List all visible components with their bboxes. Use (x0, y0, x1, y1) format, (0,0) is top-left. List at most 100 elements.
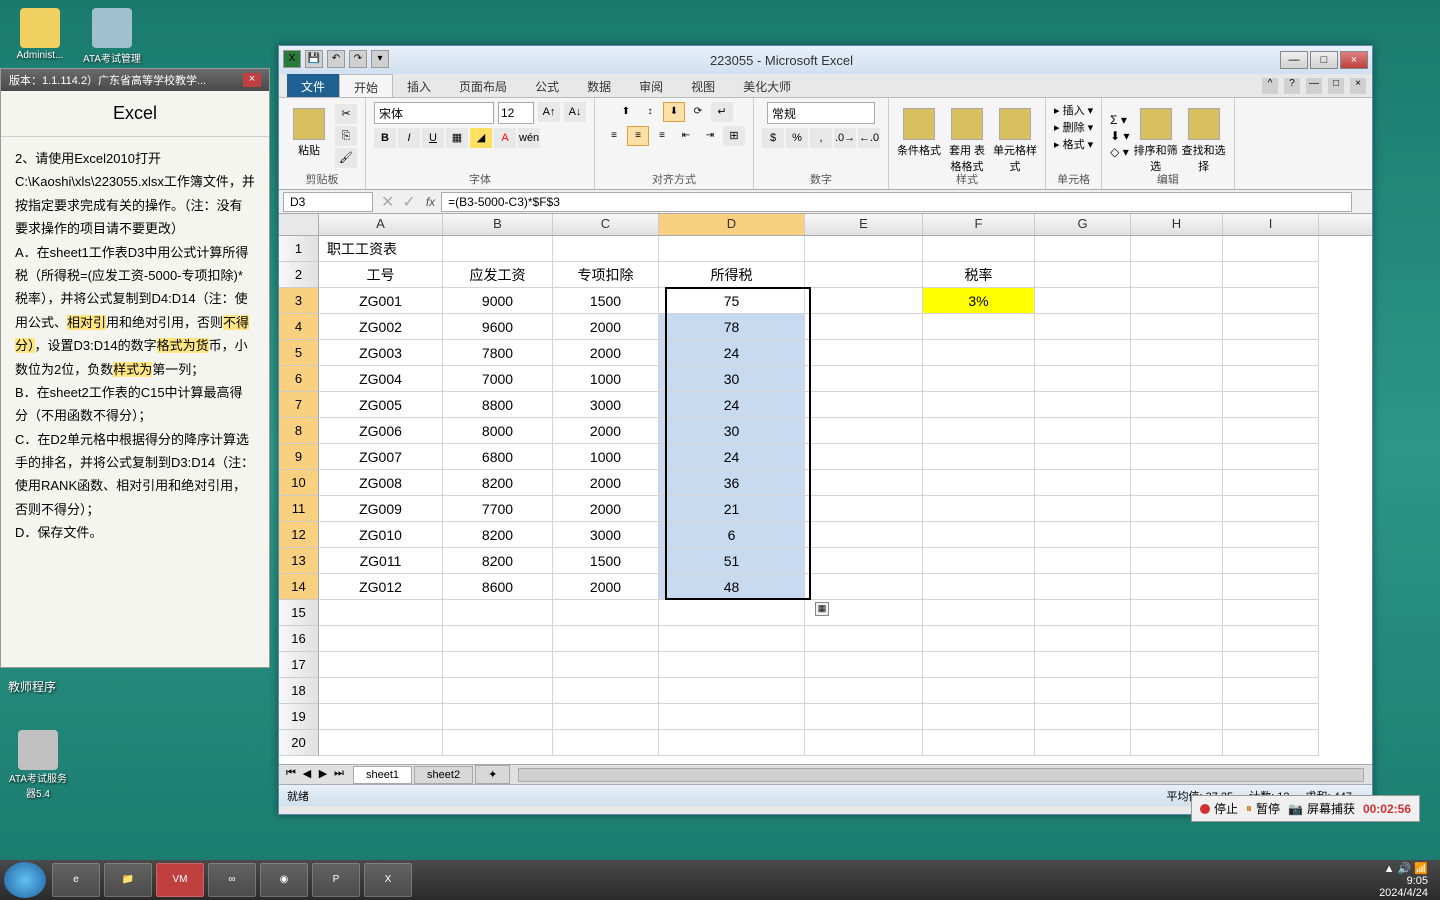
cell[interactable] (923, 236, 1035, 262)
row-header[interactable]: 19 (279, 704, 319, 730)
cell-A14[interactable]: ZG012 (319, 574, 443, 600)
copy-button[interactable]: ⎘ (335, 126, 357, 146)
cell-B9[interactable]: 6800 (443, 444, 553, 470)
cell[interactable] (923, 600, 1035, 626)
row-header[interactable]: 18 (279, 678, 319, 704)
cell[interactable] (319, 600, 443, 626)
cell[interactable] (1035, 652, 1131, 678)
cell[interactable] (553, 704, 659, 730)
col-header-B[interactable]: B (443, 214, 553, 235)
cell[interactable] (659, 600, 805, 626)
cell-A11[interactable]: ZG009 (319, 496, 443, 522)
sort-filter-button[interactable]: 排序和筛选 (1134, 104, 1178, 168)
cell-B8[interactable]: 8000 (443, 418, 553, 444)
cell[interactable] (923, 574, 1035, 600)
font-size-select[interactable] (498, 102, 534, 124)
cell[interactable] (553, 652, 659, 678)
taskbar-powerpoint[interactable]: P (312, 863, 360, 897)
tab-layout[interactable]: 页面布局 (445, 74, 521, 97)
cell[interactable] (1035, 288, 1131, 314)
align-bottom-button[interactable]: ⬇ (663, 102, 685, 122)
cell[interactable] (1223, 262, 1319, 288)
cell[interactable] (923, 366, 1035, 392)
sheet-nav-prev[interactable]: ◀ (299, 767, 315, 783)
cell-B3[interactable]: 9000 (443, 288, 553, 314)
cell[interactable] (805, 678, 923, 704)
number-format-select[interactable] (767, 102, 875, 124)
cell[interactable] (1131, 340, 1223, 366)
cell-D3[interactable]: 75 (659, 288, 805, 314)
cell[interactable] (1035, 496, 1131, 522)
cell[interactable] (1223, 548, 1319, 574)
cell[interactable] (553, 236, 659, 262)
cell[interactable] (805, 496, 923, 522)
cell[interactable] (1035, 522, 1131, 548)
workbook-restore[interactable]: □ (1328, 78, 1344, 94)
row-header[interactable]: 6 (279, 366, 319, 392)
increase-indent-button[interactable]: ⇥ (699, 126, 721, 146)
cell[interactable] (1131, 678, 1223, 704)
cell[interactable] (1131, 288, 1223, 314)
close-button[interactable]: × (1340, 51, 1368, 69)
cell[interactable] (1035, 340, 1131, 366)
row-header[interactable]: 1 (279, 236, 319, 262)
taskbar-voicemeeter[interactable]: VM (156, 863, 204, 897)
cell[interactable] (1131, 496, 1223, 522)
cell[interactable] (1035, 392, 1131, 418)
cell[interactable] (1035, 470, 1131, 496)
cell[interactable] (1131, 236, 1223, 262)
cell[interactable] (1131, 652, 1223, 678)
cell[interactable] (1035, 444, 1131, 470)
cell-C7[interactable]: 3000 (553, 392, 659, 418)
cell-D10[interactable]: 36 (659, 470, 805, 496)
cell[interactable] (1035, 600, 1131, 626)
cell[interactable] (1131, 600, 1223, 626)
col-header-A[interactable]: A (319, 214, 443, 235)
cut-button[interactable]: ✂ (335, 104, 357, 124)
cell[interactable] (1131, 626, 1223, 652)
cell[interactable] (1035, 626, 1131, 652)
cell[interactable] (443, 730, 553, 756)
col-header-C[interactable]: C (553, 214, 659, 235)
fill-color-button[interactable]: ◢ (470, 128, 492, 148)
cell[interactable] (1131, 392, 1223, 418)
cell[interactable] (1131, 262, 1223, 288)
merge-button[interactable]: ⊞ (723, 126, 745, 146)
cell[interactable] (1223, 288, 1319, 314)
cell[interactable] (923, 314, 1035, 340)
ata-server-icon[interactable]: ATA考试服务器5.4 (8, 730, 68, 800)
select-all-corner[interactable] (279, 214, 319, 235)
recording-toolbar[interactable]: 停止 ⏸暂停 📷屏幕捕获 00:02:56 (1191, 795, 1420, 822)
font-name-select[interactable] (374, 102, 494, 124)
cell[interactable] (805, 392, 923, 418)
comma-button[interactable]: , (810, 128, 832, 148)
cell[interactable] (1223, 522, 1319, 548)
cell[interactable] (1131, 470, 1223, 496)
row-header[interactable]: 20 (279, 730, 319, 756)
cell-B5[interactable]: 7800 (443, 340, 553, 366)
cell[interactable] (805, 626, 923, 652)
formula-input[interactable] (441, 192, 1352, 212)
cell-D2[interactable]: 所得税 (659, 262, 805, 288)
paste-button[interactable]: 粘贴 (287, 104, 331, 168)
row-header[interactable]: 8 (279, 418, 319, 444)
cell-C11[interactable]: 2000 (553, 496, 659, 522)
cell-A3[interactable]: ZG001 (319, 288, 443, 314)
cell[interactable] (923, 626, 1035, 652)
cell[interactable] (1223, 236, 1319, 262)
spreadsheet-grid[interactable]: A B C D E F G H I 1 职工工资表 2 工号 应发工资 专项扣除… (279, 214, 1372, 764)
start-button[interactable] (4, 862, 46, 898)
cell-B14[interactable]: 8600 (443, 574, 553, 600)
orientation-button[interactable]: ⟳ (687, 102, 709, 122)
cell[interactable] (1131, 548, 1223, 574)
row-header[interactable]: 15 (279, 600, 319, 626)
row-header[interactable]: 5 (279, 340, 319, 366)
cell-B7[interactable]: 8800 (443, 392, 553, 418)
cell[interactable] (659, 704, 805, 730)
cell-F2[interactable]: 税率 (923, 262, 1035, 288)
cell[interactable] (1223, 314, 1319, 340)
row-header[interactable]: 4 (279, 314, 319, 340)
sheet-tab-2[interactable]: sheet2 (414, 766, 473, 784)
cell-A6[interactable]: ZG004 (319, 366, 443, 392)
cell[interactable] (805, 340, 923, 366)
